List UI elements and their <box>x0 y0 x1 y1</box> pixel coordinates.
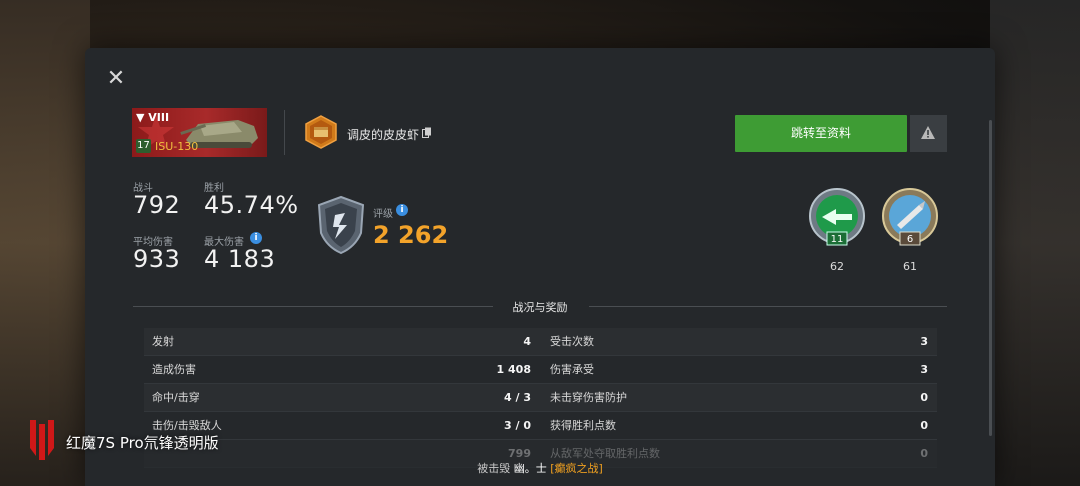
max-damage-value: 4 183 <box>204 245 276 273</box>
row-left-value: 1 408 <box>496 363 531 376</box>
destroyed-by-label: 被击毁 <box>477 462 511 475</box>
redmagic-logo-icon <box>30 420 54 460</box>
row-left-label: 发射 <box>152 335 174 348</box>
killer-name[interactable]: 幽。士 <box>514 462 547 475</box>
rating-value: 2 262 <box>373 221 449 249</box>
header-divider <box>284 110 285 155</box>
warning-icon <box>921 126 935 139</box>
player-name: 调皮的皮皮虾 <box>347 128 420 142</box>
row-right-value: 3 <box>920 335 928 348</box>
row-left-value: 4 / 3 <box>504 391 531 404</box>
row-left-value: 4 <box>523 335 531 348</box>
battle-stats-table: 发射 4 受击次数 3 造成伤害 1 408 伤害承受 3 命中/击穿 4 / … <box>144 328 937 468</box>
close-icon[interactable]: ✕ <box>105 68 127 90</box>
background-right <box>990 0 1080 486</box>
row-right-value: 0 <box>920 391 928 404</box>
rating-info-icon[interactable]: i <box>396 204 408 216</box>
row-right-label: 获得胜利点数 <box>550 419 616 432</box>
battle-result-panel: ✕ ▼ VIII 17 ISU-130 调皮的皮皮虾 跳转至资料 战斗 792 … <box>85 48 995 486</box>
scrollbar[interactable] <box>989 120 992 436</box>
row-left-label: 造成伤害 <box>152 363 196 376</box>
avg-damage-value: 933 <box>133 245 181 273</box>
goto-profile-button[interactable]: 跳转至资料 <box>735 115 907 152</box>
clan-shell-icon <box>305 115 337 149</box>
table-row: 发射 4 受击次数 3 <box>144 328 937 356</box>
row-right-label: 未击穿伤害防护 <box>550 391 627 404</box>
tank-tier: ▼ VIII <box>136 111 170 124</box>
report-button[interactable] <box>910 115 947 152</box>
row-right-label: 受击次数 <box>550 335 594 348</box>
medal-1-count: 62 <box>830 260 844 273</box>
medal-blue-shell-icon[interactable]: 6 <box>879 187 941 249</box>
table-row: 造成伤害 1 408 伤害承受 3 <box>144 356 937 384</box>
tank-level-badge: 17 <box>136 139 151 153</box>
table-row: 命中/击穿 4 / 3 未击穿伤害防护 0 <box>144 384 937 412</box>
wins-value: 45.74% <box>204 191 299 219</box>
rating-label: 评级 <box>373 209 393 220</box>
watermark-text: 红魔7S Pro氘锋透明版 <box>66 434 219 452</box>
row-right-value: 3 <box>920 363 928 376</box>
killer-clan[interactable]: [癫疯之战] <box>550 462 603 475</box>
row-left-value: 3 / 0 <box>504 419 531 432</box>
row-left-label: 命中/击穿 <box>152 391 200 404</box>
rating-shield-icon <box>317 195 365 255</box>
section-title: 战况与奖励 <box>512 301 568 314</box>
section-line-right <box>589 306 947 307</box>
max-damage-info-icon[interactable]: i <box>250 232 262 244</box>
tank-card[interactable]: ▼ VIII 17 ISU-130 <box>132 108 267 157</box>
svg-text:11: 11 <box>831 234 844 245</box>
svg-text:6: 6 <box>907 234 913 245</box>
copy-icon[interactable] <box>422 127 432 138</box>
table-row: 击伤/击毁敌人 3 / 0 获得胜利点数 0 <box>144 412 937 440</box>
row-right-value: 0 <box>920 419 928 432</box>
battles-value: 792 <box>133 191 181 219</box>
tank-name: ISU-130 <box>155 140 199 153</box>
background-left <box>0 0 90 486</box>
medal-2-count: 61 <box>903 260 917 273</box>
destroyed-by-footer: 被击毁 幽。士 [癫疯之战] <box>85 460 995 476</box>
row-right-label: 伤害承受 <box>550 363 594 376</box>
medal-green-arrows-icon[interactable]: 11 <box>806 187 868 249</box>
